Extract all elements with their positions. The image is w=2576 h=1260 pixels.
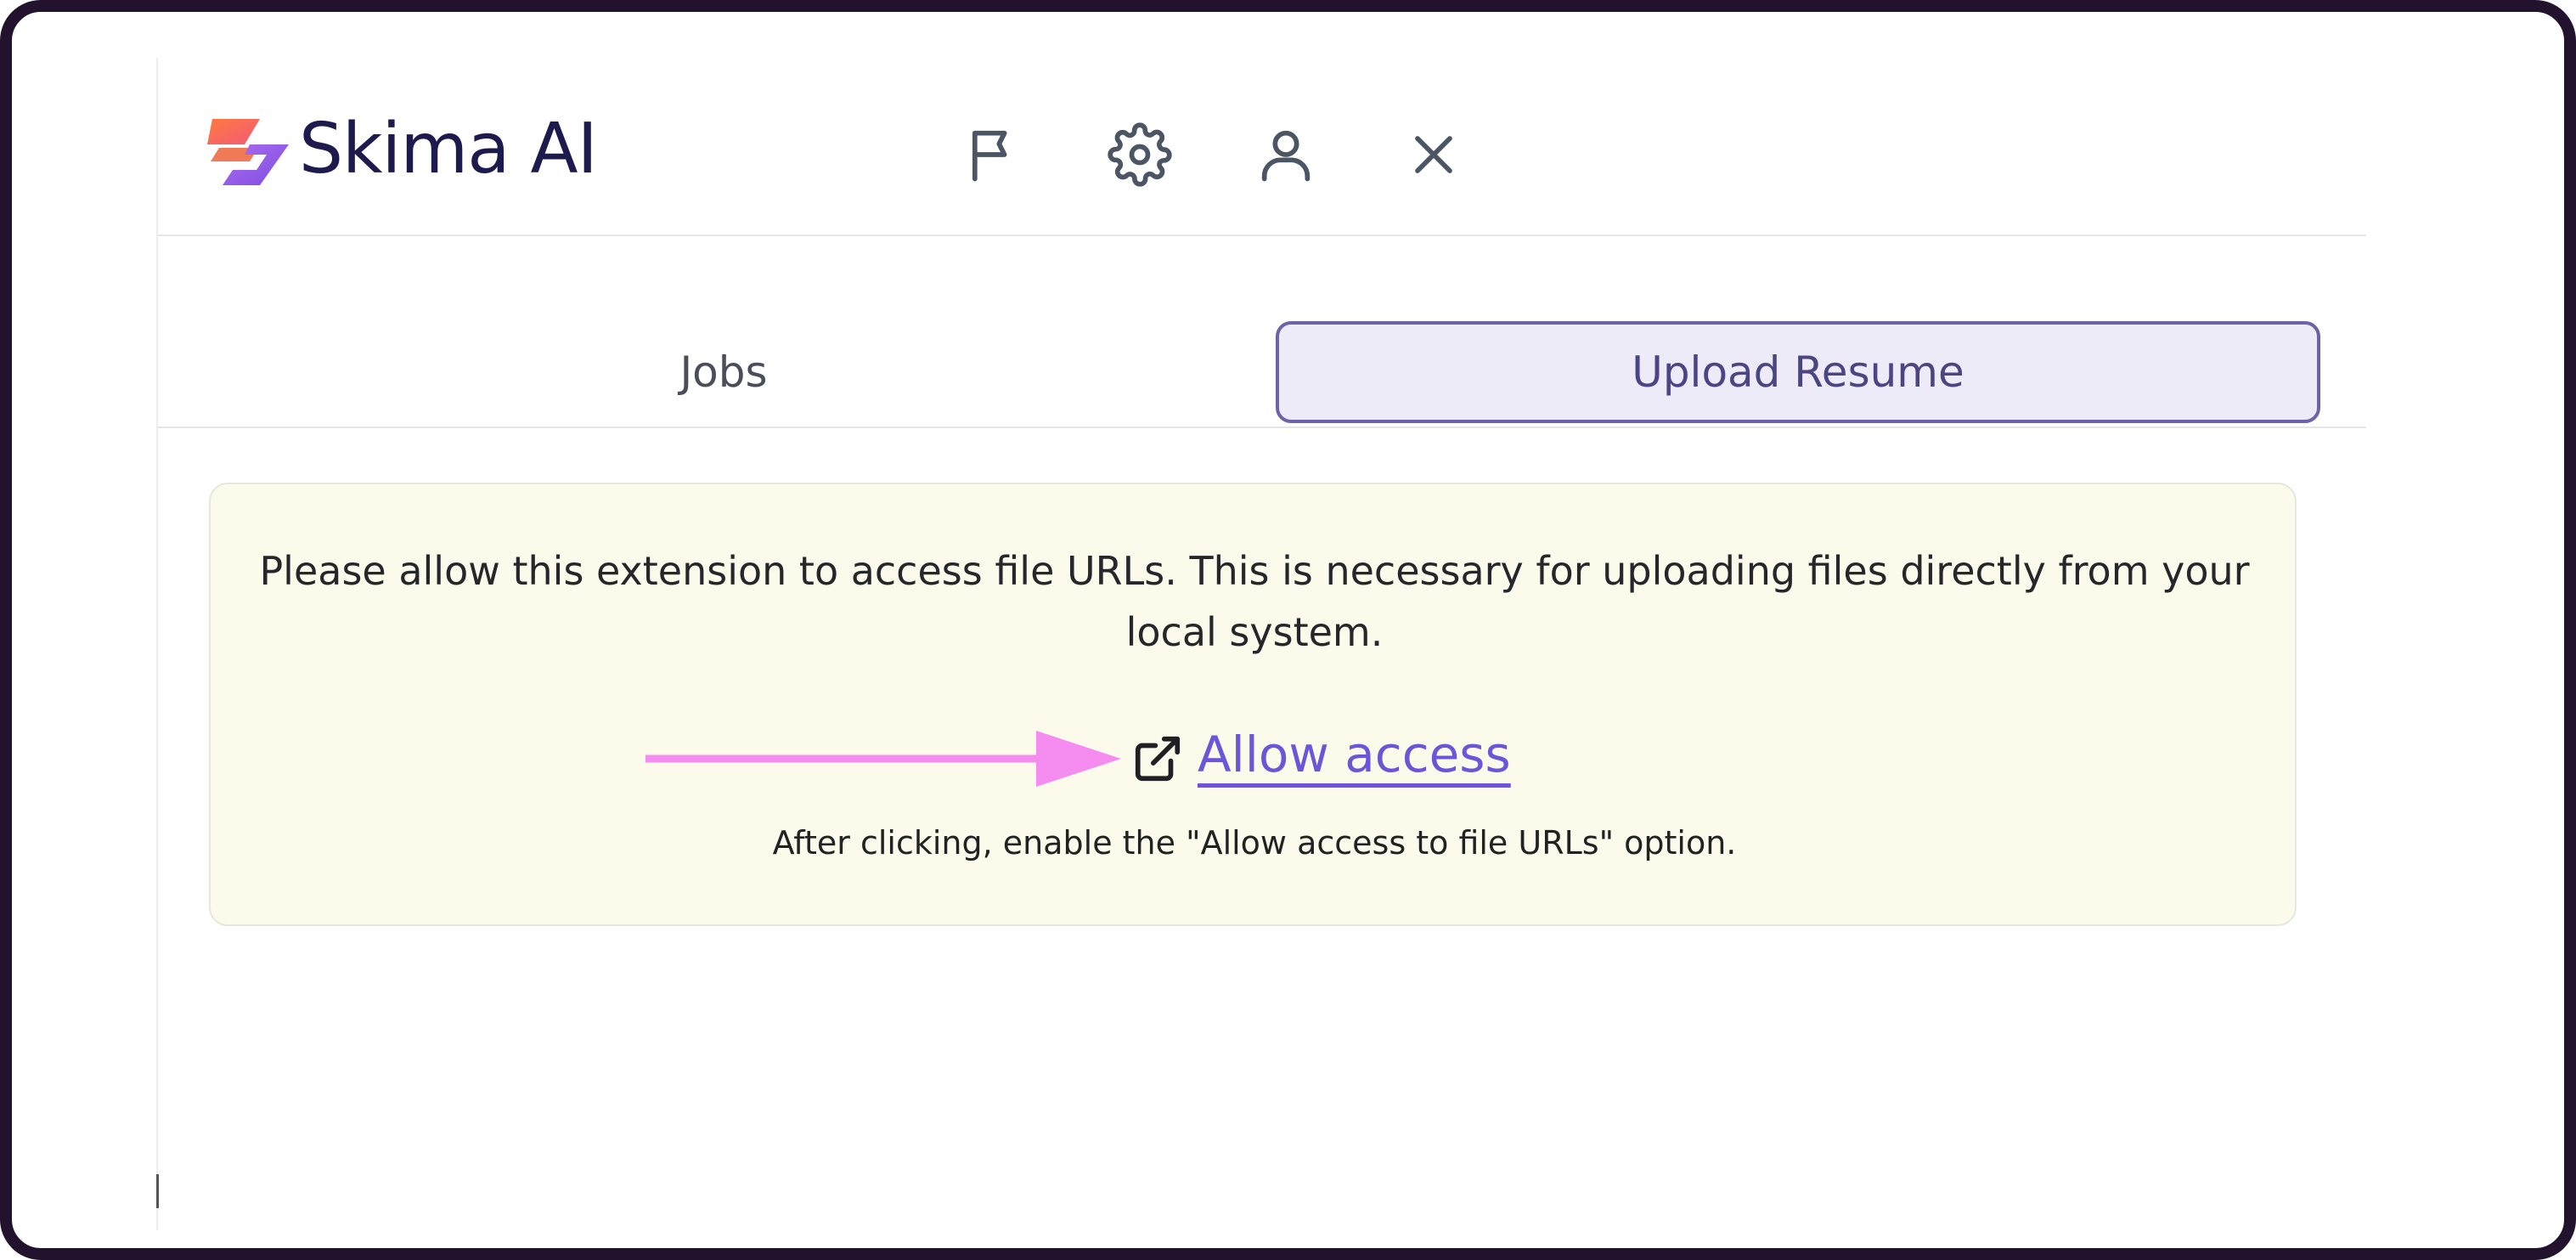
panel-edge-marker: [156, 1174, 159, 1208]
gear-icon[interactable]: [1104, 119, 1175, 190]
user-icon[interactable]: [1250, 119, 1322, 190]
tab-bar: Jobs Upload Resume: [158, 236, 2366, 428]
allow-access-link[interactable]: Allow access: [1198, 726, 1511, 783]
external-link-icon[interactable]: [1131, 732, 1184, 785]
flag-icon[interactable]: [958, 119, 1029, 190]
notice-hint: After clicking, enable the "Allow access…: [772, 824, 1737, 862]
file-access-notice: Please allow this extension to access fi…: [209, 483, 2297, 926]
tab-upload-resume[interactable]: Upload Resume: [1276, 321, 2320, 423]
skima-logo-icon: [207, 119, 289, 185]
brand[interactable]: Skima AI: [207, 109, 598, 189]
extension-panel: Skima AI Jobs Upload Resume Please allow…: [156, 58, 2366, 1230]
header: Skima AI: [158, 58, 2366, 236]
close-icon[interactable]: [1398, 119, 1469, 190]
allow-access-row: Allow access: [211, 714, 2298, 799]
brand-name: Skima AI: [299, 109, 598, 189]
window-frame: Skima AI Jobs Upload Resume Please allow…: [0, 0, 2576, 1260]
notice-message: Please allow this extension to access fi…: [259, 548, 2250, 655]
pointer-arrow-icon: [645, 731, 1121, 787]
tab-jobs[interactable]: Jobs: [189, 321, 1259, 423]
